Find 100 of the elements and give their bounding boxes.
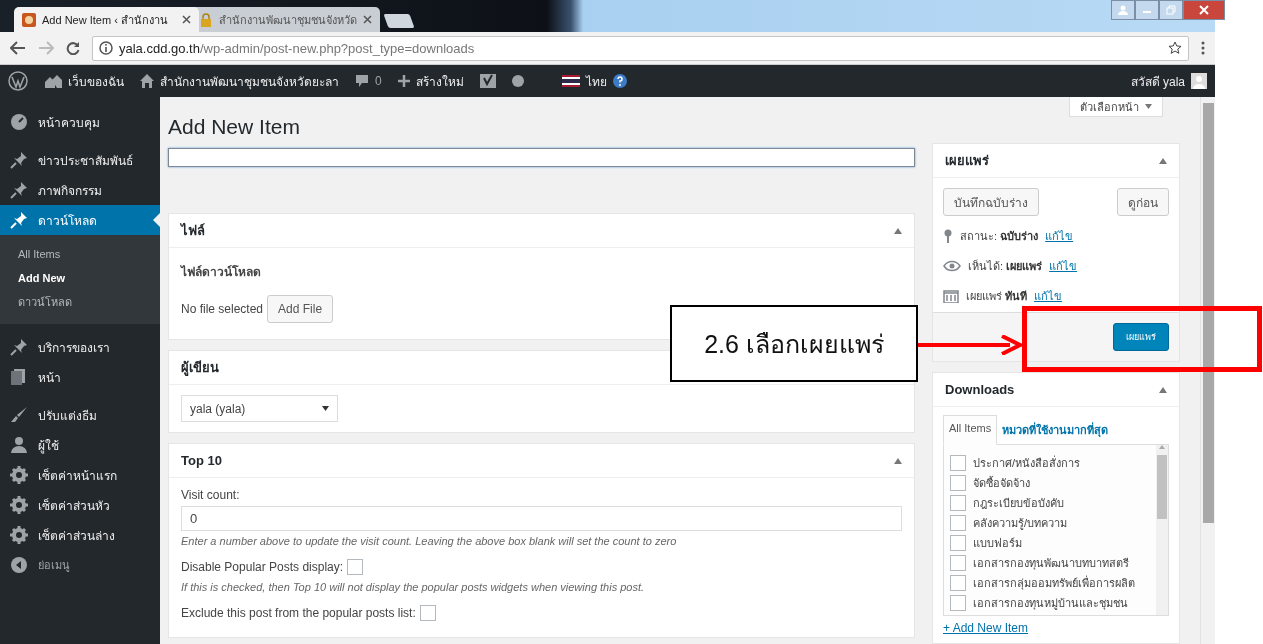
caret-icon [322,406,329,411]
minimize-button[interactable] [1135,0,1159,20]
padlock-icon [199,12,213,27]
sidebar-menu-item[interactable]: เซ็ตค่าหน้าแรก [0,460,160,490]
checkbox[interactable] [419,605,436,621]
sidebar-menu-item[interactable]: ดาวน์โหลด [0,205,160,235]
help-icon [612,74,627,88]
sidebar-menu-item[interactable]: หน้าควบคุม [0,107,160,137]
sidebar-menu-item[interactable]: ย่อเมนู [0,550,160,580]
sidebar-menu-item[interactable]: ปรับแต่งธีม [0,400,160,430]
checkbox[interactable] [950,555,966,571]
person-icon [1118,5,1128,15]
profile-button[interactable] [1111,0,1135,20]
sidebar-menu-item[interactable]: หน้า [0,362,160,392]
brush-icon [10,406,28,424]
checkbox[interactable] [950,595,966,611]
status-dot-icon[interactable] [511,75,524,87]
submenu-item[interactable]: All Items [0,242,160,266]
wordpress-logo-icon[interactable] [8,71,28,91]
publish-setting-text: เห็นได้: เผยแพร่ [968,258,1043,274]
url-text: yala.cdd.go.th/wp-admin/post-new.php?post_type=downloads [119,40,475,56]
category-tab[interactable]: All Items [943,415,998,445]
edit-link[interactable]: แก้ไข [1049,257,1078,275]
help-text: If this is checked, then Top 10 will not display the popular posts widgets when viewing this post. [181,581,646,593]
submenu-item[interactable]: Add New [0,266,160,290]
add-file-button[interactable]: Add File [267,295,334,323]
star-icon[interactable] [1168,41,1182,55]
category-label: ประกาศ/หนังสือสั่งการ [973,454,1081,471]
scrollbar[interactable] [1200,97,1215,644]
site-name-menu[interactable]: สำนักงานพัฒนาชุมชนจังหวัดยะลา [140,71,339,91]
close-icon[interactable] [182,15,191,24]
reload-icon[interactable] [66,41,80,55]
calendar-icon [943,289,959,303]
sidebar-menu-item[interactable]: ข่าวประชาสัมพันธ์ [0,145,160,175]
collapse-arrow-icon[interactable] [894,227,902,234]
checkbox[interactable] [347,559,364,575]
back-arrow-icon[interactable] [10,41,26,55]
collapse-arrow-icon[interactable] [894,457,902,464]
field-label: Visit count: [181,488,241,502]
comments-menu[interactable]: 0 [355,74,382,88]
author-dropdown[interactable]: yala (yala) [181,395,338,422]
site-favicon-icon [22,12,36,27]
category-label: แบบฟอร์ม [973,536,1022,551]
category-tab[interactable]: หมวดที่ใช้งานมากที่สุด [997,415,1114,445]
sidebar-menu-item[interactable]: ผู้ใช้ [0,430,160,460]
plus-icon [397,75,410,87]
checkbox[interactable] [950,495,966,511]
save-draft-button[interactable]: บันทึกฉบับร่าง [943,188,1039,216]
browser-tab[interactable]: Add New Item ‹ สำนักงาน [14,7,199,32]
gear-icon [10,466,28,484]
collapse-arrow-icon[interactable] [1159,386,1167,393]
collapse-icon [10,556,28,574]
edit-link[interactable]: แก้ไข [1045,227,1074,245]
checkbox[interactable] [950,455,966,471]
scroll-up-icon [1159,445,1165,449]
menu-icon[interactable] [1201,41,1205,55]
collapse-arrow-icon[interactable] [1159,157,1167,164]
eye-icon [943,259,961,273]
new-tab-button[interactable] [383,14,415,28]
submenu-item[interactable]: ดาวน์โหลด [0,290,160,314]
checkbox[interactable] [950,535,966,551]
close-icon[interactable] [363,15,372,24]
new-content-menu[interactable]: สร้างใหม่ [397,71,464,91]
restore-icon [1166,5,1176,15]
language-menu[interactable]: ไทย [561,71,627,91]
avatar-icon [1191,73,1207,89]
box-title: Downloads [945,382,1015,397]
preview-button[interactable]: ดูก่อน [1117,188,1169,216]
box-title: Top 10 [181,453,222,468]
callout-box: 2.6 เลือกเผยแพร่ [670,305,918,382]
scrollbar[interactable] [1156,445,1168,615]
sidebar-menu-item[interactable]: ภาพกิจกรรม [0,175,160,205]
publish-setting-text: สถานะ: ฉบับร่าง [960,229,1039,244]
visit-count-field[interactable]: 0 [181,506,902,531]
publish-button[interactable]: เผยแพร่ [1113,323,1169,351]
category-label: เอกสารกองทุนพัฒนาบทบาทสตรี [973,556,1129,572]
box-title: ไฟล์ [181,222,205,240]
sidebar-menu-item[interactable]: เซ็ตค่าส่วนล่าง [0,520,160,550]
pages-icon [10,368,28,386]
edit-link[interactable]: แก้ไข [1034,287,1063,305]
title-field[interactable] [168,148,915,167]
checkbox[interactable] [950,515,966,531]
caret-icon [1145,104,1152,109]
address-field[interactable]: yala.cdd.go.th/wp-admin/post-new.php?post_type=downloads [92,35,1189,61]
add-new-item-link[interactable]: + Add New Item [943,621,1029,635]
window-close-button[interactable] [1183,0,1225,20]
publish-setting-text: เผยแพร่ ทันที [966,289,1028,304]
page-title: Add New Item [168,115,301,139]
checkmark-logo-icon[interactable] [479,74,496,88]
my-sites-menu[interactable]: เว็บของฉัน [44,71,124,91]
account-menu[interactable]: สวัสดี yala [1130,71,1207,91]
checkbox[interactable] [950,475,966,491]
sidebar-menu-item[interactable]: บริการของเรา [0,332,160,362]
checkbox[interactable] [950,575,966,591]
sidebar-menu-item[interactable]: เซ็ตค่าส่วนหัว [0,490,160,520]
screen-options-tab[interactable]: ตัวเลือกหน้า [1069,97,1163,117]
help-text: Enter a number above to update the visit count. Leaving the above box blank will set the count to zero [181,535,678,547]
restore-button[interactable] [1159,0,1183,20]
file-status-text: No file selected [181,302,264,316]
category-label: คลังความรู้/บทความ [973,516,1068,532]
